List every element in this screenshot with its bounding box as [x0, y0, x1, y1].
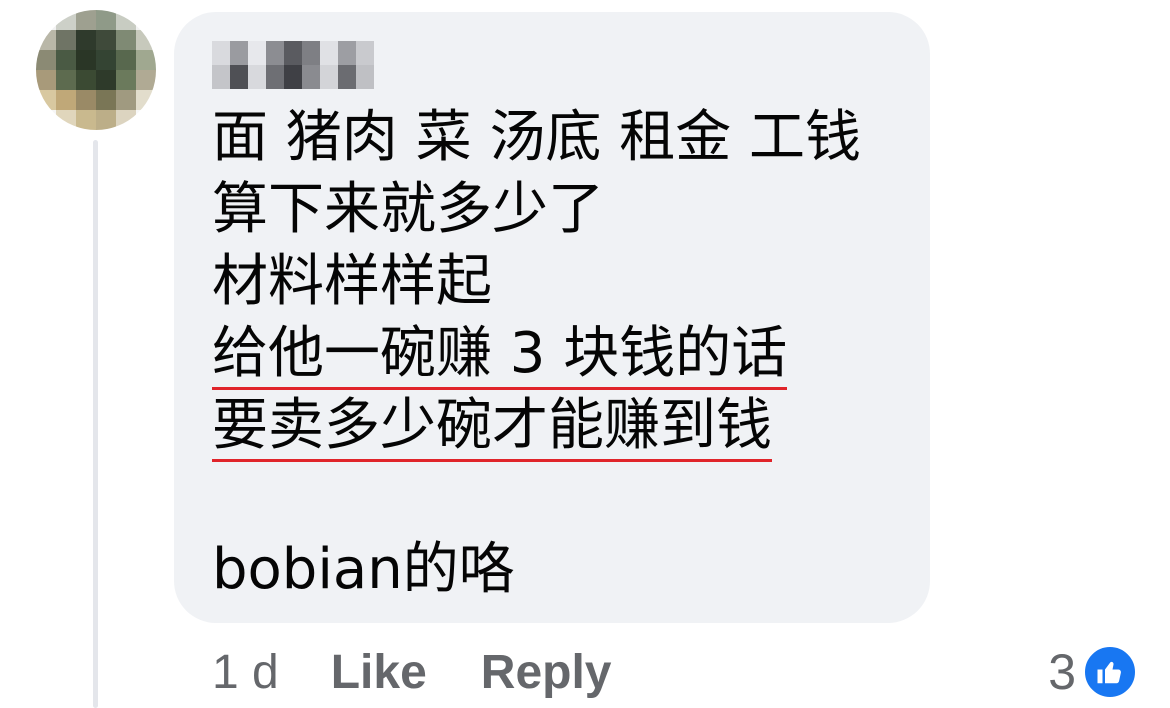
- author-name-pixel: [266, 41, 284, 65]
- avatar[interactable]: [36, 10, 156, 130]
- author-name-pixel: [320, 65, 338, 89]
- author-name-pixel: [338, 41, 356, 65]
- thumbs-up-icon: [1082, 644, 1138, 700]
- underlined-text: 给他一碗赚 3 块钱的话: [212, 321, 788, 390]
- author-name-pixel: [230, 41, 248, 65]
- comment-line-underlined: 要卖多少碗才能赚到钱: [212, 390, 912, 462]
- timestamp[interactable]: 1 d: [212, 645, 279, 700]
- comment-thread: 面 猪肉 菜 汤底 租金 工钱 算下来就多少了 材料样样起 给他一碗赚 3 块钱…: [0, 0, 1170, 708]
- avatar-pixel: [96, 10, 116, 30]
- underlined-text: 要卖多少碗才能赚到钱: [212, 393, 772, 462]
- avatar-pixel: [56, 10, 76, 30]
- avatar-pixel: [136, 110, 156, 130]
- author-name-pixel: [248, 41, 266, 65]
- thread-line: [93, 140, 98, 708]
- author-name-pixel: [212, 41, 230, 65]
- author-name-pixel: [284, 41, 302, 65]
- author-name-pixel: [302, 41, 320, 65]
- avatar-pixel: [136, 10, 156, 30]
- avatar-pixel: [56, 110, 76, 130]
- avatar-pixel: [36, 70, 56, 90]
- avatar-pixel: [76, 30, 96, 50]
- avatar-pixel: [76, 50, 96, 70]
- like-button[interactable]: Like: [331, 645, 427, 700]
- avatar-pixel: [56, 50, 76, 70]
- author-name-pixel: [356, 41, 374, 65]
- author-name-pixel: [212, 65, 230, 89]
- reply-button[interactable]: Reply: [481, 645, 612, 700]
- avatar-pixel: [76, 90, 96, 110]
- avatar-pixel: [56, 70, 76, 90]
- avatar-pixel: [96, 110, 116, 130]
- comment-actions: 1 d Like Reply: [212, 640, 666, 704]
- avatar-pixel: [136, 90, 156, 110]
- avatar-pixel: [96, 30, 116, 50]
- author-name-pixel: [302, 65, 320, 89]
- author-name-pixel: [356, 65, 374, 89]
- avatar-pixel: [76, 110, 96, 130]
- avatar-pixel: [76, 70, 96, 90]
- comment-line: 面 猪肉 菜 汤底 租金 工钱: [212, 105, 862, 170]
- avatar-pixel: [136, 70, 156, 90]
- comment-line: bobian的咯: [212, 537, 515, 602]
- avatar-pixel: [116, 70, 136, 90]
- avatar-pixel: [116, 90, 136, 110]
- author-name-pixel: [266, 65, 284, 89]
- reaction-summary[interactable]: 3: [1048, 640, 1138, 704]
- author-name-pixel: [230, 65, 248, 89]
- avatar-pixel: [56, 30, 76, 50]
- author-name-pixel: [248, 65, 266, 89]
- avatar-pixel: [36, 30, 56, 50]
- reaction-count: 3: [1048, 644, 1076, 700]
- comment-text: 面 猪肉 菜 汤底 租金 工钱 算下来就多少了 材料样样起 给他一碗赚 3 块钱…: [212, 102, 912, 606]
- avatar-pixel: [96, 70, 116, 90]
- author-name-pixel: [338, 65, 356, 89]
- avatar-pixel: [36, 110, 56, 130]
- avatar-pixel: [96, 90, 116, 110]
- avatar-pixel: [116, 10, 136, 30]
- comment-line: 材料样样起: [212, 249, 492, 314]
- avatar-pixel: [76, 10, 96, 30]
- avatar-pixel: [116, 50, 136, 70]
- avatar-pixel: [136, 50, 156, 70]
- avatar-pixel: [36, 50, 56, 70]
- avatar-pixel: [96, 50, 116, 70]
- comment-line: 算下来就多少了: [212, 177, 604, 242]
- avatar-pixel: [36, 90, 56, 110]
- avatar-pixel: [36, 10, 56, 30]
- avatar-pixel: [116, 110, 136, 130]
- author-name-pixel: [284, 65, 302, 89]
- author-name-pixelated[interactable]: [212, 41, 374, 89]
- author-name-pixel: [320, 41, 338, 65]
- comment-line-underlined: 给他一碗赚 3 块钱的话: [212, 318, 912, 390]
- avatar-pixel: [116, 30, 136, 50]
- avatar-pixel: [56, 90, 76, 110]
- avatar-pixel: [136, 30, 156, 50]
